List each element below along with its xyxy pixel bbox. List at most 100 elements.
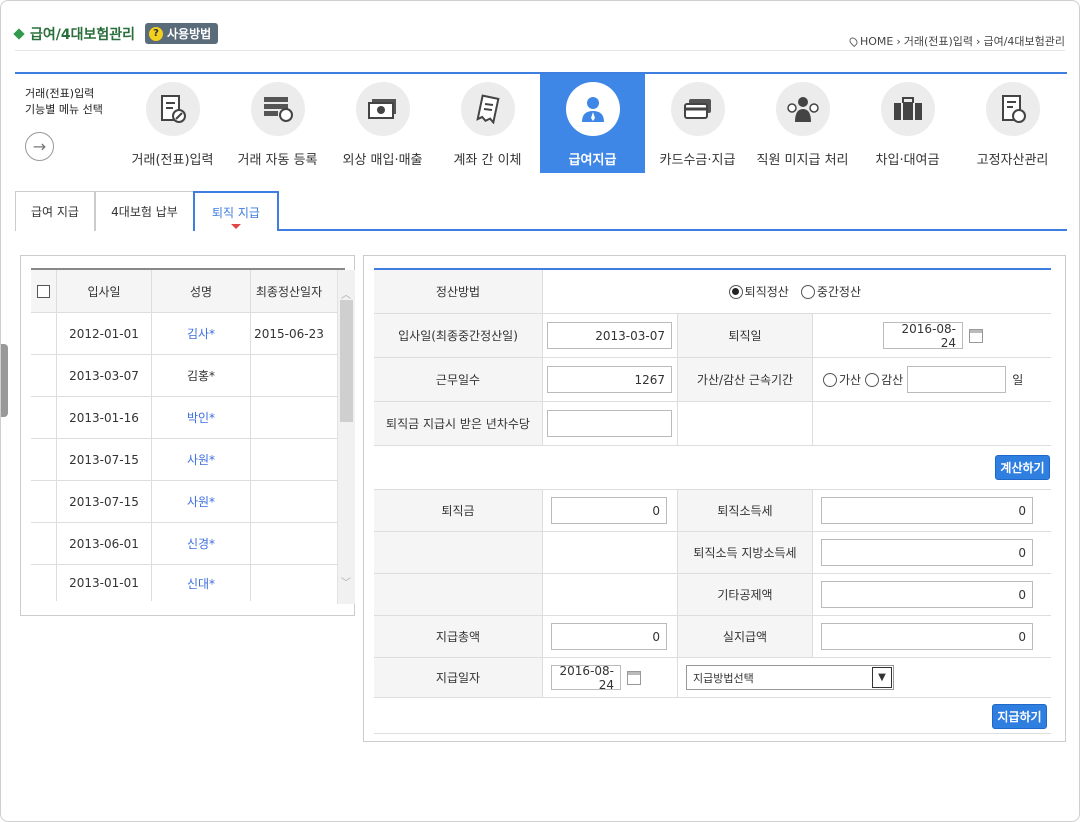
radio-label: 감산: [881, 373, 904, 387]
table-row[interactable]: 2013-06-01 신경*: [31, 523, 345, 565]
join-date-cell: 2013-01-01: [57, 565, 152, 601]
arrow-right-icon[interactable]: →: [25, 132, 54, 161]
other-deduction-cell: 0: [813, 574, 1051, 615]
employee-name-link[interactable]: 신대*: [152, 565, 251, 601]
table-row[interactable]: 2013-01-16 박인*: [31, 397, 345, 439]
table-row[interactable]: 2013-07-15 사원*: [31, 481, 345, 523]
menu-item-credit[interactable]: 외상 매입·매출: [330, 74, 435, 173]
join-date-cell: 2012-01-01: [57, 313, 152, 354]
join-date-label: 입사일(최종중간정산일): [374, 314, 543, 357]
employee-name-link[interactable]: 김사*: [152, 313, 251, 354]
menu-item-label: 차입·대여금: [875, 153, 940, 168]
employee-name-link[interactable]: 박인*: [152, 397, 251, 438]
row-select-cell: [31, 313, 57, 354]
work-days-input[interactable]: 1267: [547, 366, 672, 393]
radio-add[interactable]: 가산: [823, 371, 861, 388]
employee-name-link[interactable]: 김홍*: [152, 355, 251, 396]
row-select-cell: [31, 397, 57, 438]
empty-cell: [543, 532, 678, 573]
severance-input[interactable]: 0: [551, 497, 667, 524]
method-label: 정산방법: [374, 270, 543, 313]
radio-interim-settle[interactable]: 중간정산: [800, 283, 861, 300]
empty-cell: [813, 402, 1051, 445]
chevron-up-icon[interactable]: ︿: [341, 286, 351, 301]
help-button[interactable]: ? 사용방법: [145, 23, 219, 44]
pay-method-select[interactable]: 지급방법선택 ▼: [686, 665, 894, 690]
form-row-dates: 입사일(최종중간정산일) 2013-03-07 퇴직일 2016-08-24: [374, 314, 1051, 358]
menu-item-auto-register[interactable]: 거래 자동 등록: [225, 74, 330, 173]
menu-item-unpaid[interactable]: 직원 미지급 처리: [750, 74, 855, 173]
column-header-name: 성명: [152, 270, 251, 312]
radio-retire-settle[interactable]: 퇴직정산: [728, 283, 789, 300]
form-row-calc: 계산하기: [374, 446, 1051, 490]
annual-allowance-input[interactable]: [547, 410, 672, 437]
table-header: 입사일 성명 최종정산일자: [31, 270, 345, 313]
retire-tax-input[interactable]: 0: [821, 497, 1033, 524]
retire-date-input[interactable]: 2016-08-24: [883, 322, 963, 350]
other-deduction-input[interactable]: 0: [821, 581, 1033, 608]
net-amount-input[interactable]: 0: [821, 623, 1033, 650]
menu-item-card[interactable]: 카드수금·지급: [645, 74, 750, 173]
scrollbar-thumb[interactable]: [340, 300, 353, 422]
other-deduction-label: 기타공제액: [678, 574, 813, 615]
menu-item-asset[interactable]: 고정자산관리: [960, 74, 1065, 173]
tab-label: 급여 지급: [31, 205, 79, 219]
tab-label: 4대보험 납부: [111, 205, 178, 219]
empty-label-cell: [374, 532, 543, 573]
net-amount-cell: 0: [813, 616, 1051, 657]
table-row[interactable]: 2013-07-15 사원*: [31, 439, 345, 481]
employee-name-link[interactable]: 사원*: [152, 439, 251, 480]
chevron-right-icon: ›: [896, 34, 901, 48]
menu-item-label: 거래(전표)입력: [131, 153, 214, 168]
table-scrollbar[interactable]: ︿ ﹀: [337, 270, 355, 604]
tab-retirement[interactable]: 퇴직 지급: [193, 191, 279, 231]
join-date-input[interactable]: 2013-03-07: [547, 322, 672, 349]
receipt-icon: [461, 82, 515, 136]
calendar-icon[interactable]: [627, 670, 641, 685]
radio-unchecked-icon: [823, 372, 837, 387]
join-date-cell: 2013-06-01: [57, 523, 152, 564]
local-tax-input[interactable]: 0: [821, 539, 1033, 566]
row-select-cell: [31, 523, 57, 564]
adjust-days-input[interactable]: [907, 366, 1007, 393]
join-date-cell: 2013-03-07: [57, 355, 152, 396]
page-header: 급여/4대보험관리 ? 사용방법 HOME › 거래(전표)입력 › 급여/4대보험관…: [13, 21, 1065, 51]
table-row[interactable]: 2013-01-01 신대*: [31, 565, 345, 601]
table-row[interactable]: 2013-03-07 김홍*: [31, 355, 345, 397]
side-drawer-handle[interactable]: [1, 344, 8, 417]
menu-item-entry[interactable]: 거래(전표)입력: [120, 74, 225, 173]
total-amount-input[interactable]: 0: [551, 623, 667, 650]
menu-item-payroll[interactable]: 급여지급: [540, 74, 645, 173]
adjust-period-cell: 가산 감산 일: [813, 358, 1051, 401]
form-row-paydate: 지급일자 2016-08-24 지급방법선택 ▼: [374, 658, 1051, 698]
credit-card-icon: [671, 82, 725, 136]
local-tax-cell: 0: [813, 532, 1051, 573]
menu-item-transfer[interactable]: 계좌 간 이체: [435, 74, 540, 173]
chevron-right-icon: ›: [976, 34, 981, 48]
menu-item-label: 카드수금·지급: [659, 153, 736, 168]
radio-subtract[interactable]: 감산: [865, 371, 903, 388]
breadcrumb-entry[interactable]: 거래(전표)입력: [904, 33, 973, 49]
pay-method-cell: 지급방법선택 ▼: [678, 658, 1051, 697]
pay-date-input[interactable]: 2016-08-24: [551, 664, 621, 692]
tab-insurance[interactable]: 4대보험 납부: [95, 191, 194, 231]
calendar-icon[interactable]: [969, 328, 983, 343]
select-all-checkbox[interactable]: [37, 284, 50, 298]
menu-item-loan[interactable]: 차입·대여금: [855, 74, 960, 173]
employee-name-link[interactable]: 신경*: [152, 523, 251, 564]
breadcrumb-current[interactable]: 급여/4대보험관리: [983, 33, 1065, 49]
employee-name-link[interactable]: 사원*: [152, 481, 251, 522]
breadcrumb-home[interactable]: HOME: [860, 35, 893, 48]
pay-button[interactable]: 지급하기: [992, 704, 1047, 729]
table-row[interactable]: 2012-01-01 김사* 2015-06-23: [31, 313, 345, 355]
tab-payroll[interactable]: 급여 지급: [15, 191, 95, 231]
employee-table: 입사일 성명 최종정산일자 2012-01-01 김사* 2015-06-23 20…: [31, 268, 355, 604]
column-header-settle: 최종정산일자: [255, 284, 323, 299]
join-date-cell: 2013-07-15: [57, 439, 152, 480]
calculate-button[interactable]: 계산하기: [995, 455, 1050, 480]
page: 급여/4대보험관리 ? 사용방법 HOME › 거래(전표)입력 › 급여/4대보험관…: [0, 0, 1080, 822]
retire-tax-label: 퇴직소득세: [678, 490, 813, 531]
tab-label: 퇴직 지급: [212, 205, 260, 220]
chevron-down-icon[interactable]: ﹀: [341, 574, 351, 589]
days-unit: 일: [1012, 373, 1024, 387]
